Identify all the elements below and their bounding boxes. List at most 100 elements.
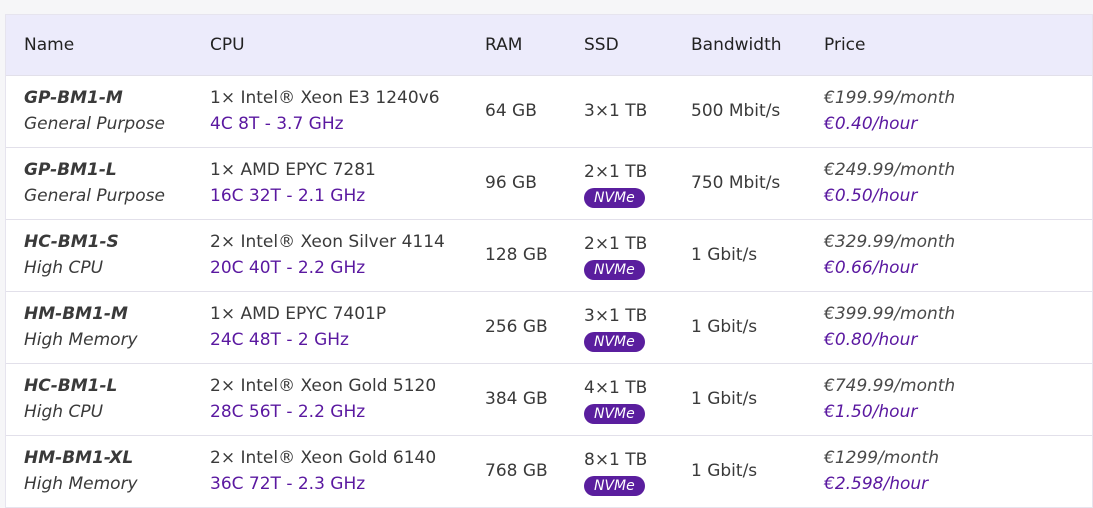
cpu-model: 2× Intel® Xeon Gold 6140 — [210, 448, 437, 469]
bandwidth-value: 500 Mbit/s — [691, 101, 781, 121]
cpu-model: 1× AMD EPYC 7401P — [210, 304, 387, 324]
bandwidth-value: 1 Gbit/s — [691, 389, 758, 409]
server-name-cell: GP-BM1-M General Purpose — [6, 75, 210, 147]
ram-value: 128 GB — [485, 245, 548, 265]
price-hour: €0.80/hour — [824, 330, 918, 350]
price-month: €399.99/month — [824, 304, 956, 324]
server-category: General Purpose — [24, 186, 165, 206]
ssd-cell: 4×1 TB NVMe — [584, 363, 691, 435]
cpu-spec: 36C 72T - 2.3 GHz — [210, 474, 366, 495]
table-header: Name CPU RAM SSD Bandwidth Price — [6, 15, 1092, 75]
server-code: HC-BM1-L — [24, 376, 118, 396]
bandwidth-value: 750 Mbit/s — [691, 173, 781, 193]
header-price[interactable]: Price — [824, 15, 1092, 75]
price-month: €1299/month — [824, 448, 939, 469]
bandwidth-value: 1 Gbit/s — [691, 461, 758, 482]
cpu-cell: 2× Intel® Xeon Gold 6140 36C 72T - 2.3 G… — [210, 435, 485, 507]
ssd-cell: 8×1 TB NVMe — [584, 435, 691, 507]
server-code: HM-BM1-XL — [24, 448, 134, 469]
bandwidth-value: 1 Gbit/s — [691, 245, 758, 265]
ram-value: 96 GB — [485, 173, 537, 193]
header-row: Name CPU RAM SSD Bandwidth Price — [6, 15, 1092, 75]
price-hour: €0.50/hour — [824, 186, 918, 206]
server-category: High CPU — [24, 258, 104, 278]
server-category: High CPU — [24, 402, 104, 422]
server-category: High Memory — [24, 330, 138, 350]
server-code: GP-BM1-M — [24, 88, 123, 108]
header-name[interactable]: Name — [6, 15, 210, 75]
table-row[interactable]: HM-BM1-XL High Memory 2× Intel® Xeon Gol… — [6, 435, 1092, 507]
cpu-spec: 28C 56T - 2.2 GHz — [210, 402, 366, 422]
server-pricing-table: Name CPU RAM SSD Bandwidth Price GP-BM1-… — [6, 15, 1092, 507]
ssd-value: 4×1 TB — [584, 377, 648, 398]
cpu-spec: 24C 48T - 2 GHz — [210, 330, 349, 350]
server-code: HM-BM1-M — [24, 304, 128, 324]
table-row[interactable]: HC-BM1-S High CPU 2× Intel® Xeon Silver … — [6, 219, 1092, 291]
ram-value: 384 GB — [485, 389, 548, 409]
header-ssd[interactable]: SSD — [584, 15, 691, 75]
table-row[interactable]: GP-BM1-M General Purpose 1× Intel® Xeon … — [6, 75, 1092, 147]
price-month: €329.99/month — [824, 232, 956, 252]
ssd-value: 3×1 TB — [584, 305, 648, 326]
header-cpu[interactable]: CPU — [210, 15, 485, 75]
ssd-cell: 2×1 TB NVMe — [584, 219, 691, 291]
nvme-badge: NVMe — [584, 475, 645, 496]
server-name-cell: GP-BM1-L General Purpose — [6, 147, 210, 219]
server-code: GP-BM1-L — [24, 160, 117, 180]
ssd-cell: 3×1 TB — [584, 75, 691, 147]
price-cell: €249.99/month €0.50/hour — [824, 147, 1092, 219]
server-code: HC-BM1-S — [24, 232, 119, 252]
ram-value: 64 GB — [485, 101, 537, 121]
price-hour: €0.40/hour — [824, 114, 918, 134]
price-hour: €1.50/hour — [824, 402, 918, 422]
ram-value: 256 GB — [485, 317, 548, 337]
cpu-cell: 2× Intel® Xeon Gold 5120 28C 56T - 2.2 G… — [210, 363, 485, 435]
ssd-value: 2×1 TB — [584, 233, 648, 254]
table-row[interactable]: HC-BM1-L High CPU 2× Intel® Xeon Gold 51… — [6, 363, 1092, 435]
server-name-cell: HM-BM1-XL High Memory — [6, 435, 210, 507]
ssd-cell: 2×1 TB NVMe — [584, 147, 691, 219]
nvme-badge: NVMe — [584, 187, 645, 208]
table-row[interactable]: HM-BM1-M High Memory 1× AMD EPYC 7401P 2… — [6, 291, 1092, 363]
header-ram[interactable]: RAM — [485, 15, 584, 75]
nvme-badge: NVMe — [584, 259, 645, 280]
bandwidth-value: 1 Gbit/s — [691, 317, 758, 337]
nvme-badge: NVMe — [584, 331, 645, 352]
ssd-value: 3×1 TB — [584, 101, 648, 121]
price-hour: €2.598/hour — [824, 474, 929, 495]
cpu-cell: 1× AMD EPYC 7281 16C 32T - 2.1 GHz — [210, 147, 485, 219]
ssd-cell: 3×1 TB NVMe — [584, 291, 691, 363]
price-cell: €749.99/month €1.50/hour — [824, 363, 1092, 435]
price-cell: €329.99/month €0.66/hour — [824, 219, 1092, 291]
server-name-cell: HC-BM1-L High CPU — [6, 363, 210, 435]
cpu-spec: 4C 8T - 3.7 GHz — [210, 114, 344, 134]
cpu-model: 1× Intel® Xeon E3 1240v6 — [210, 88, 440, 108]
server-name-cell: HM-BM1-M High Memory — [6, 291, 210, 363]
server-category: General Purpose — [24, 114, 165, 134]
price-month: €199.99/month — [824, 88, 956, 108]
header-bandwidth[interactable]: Bandwidth — [691, 15, 824, 75]
server-category: High Memory — [24, 474, 138, 495]
cpu-spec: 20C 40T - 2.2 GHz — [210, 258, 366, 278]
table-body: GP-BM1-M General Purpose 1× Intel® Xeon … — [6, 75, 1092, 507]
cpu-cell: 2× Intel® Xeon Silver 4114 20C 40T - 2.2… — [210, 219, 485, 291]
server-pricing-table-container: Name CPU RAM SSD Bandwidth Price GP-BM1-… — [5, 14, 1093, 508]
price-cell: €1299/month €2.598/hour — [824, 435, 1092, 507]
ram-value: 768 GB — [485, 461, 548, 482]
nvme-badge: NVMe — [584, 403, 645, 424]
cpu-model: 2× Intel® Xeon Gold 5120 — [210, 376, 437, 396]
ssd-value: 8×1 TB — [584, 449, 648, 470]
price-cell: €399.99/month €0.80/hour — [824, 291, 1092, 363]
cpu-model: 1× AMD EPYC 7281 — [210, 160, 376, 180]
table-row[interactable]: GP-BM1-L General Purpose 1× AMD EPYC 728… — [6, 147, 1092, 219]
price-month: €749.99/month — [824, 376, 956, 396]
price-month: €249.99/month — [824, 160, 956, 180]
cpu-cell: 1× AMD EPYC 7401P 24C 48T - 2 GHz — [210, 291, 485, 363]
cpu-cell: 1× Intel® Xeon E3 1240v6 4C 8T - 3.7 GHz — [210, 75, 485, 147]
price-cell: €199.99/month €0.40/hour — [824, 75, 1092, 147]
cpu-model: 2× Intel® Xeon Silver 4114 — [210, 232, 445, 252]
server-name-cell: HC-BM1-S High CPU — [6, 219, 210, 291]
price-hour: €0.66/hour — [824, 258, 918, 278]
ssd-value: 2×1 TB — [584, 161, 648, 182]
cpu-spec: 16C 32T - 2.1 GHz — [210, 186, 366, 206]
